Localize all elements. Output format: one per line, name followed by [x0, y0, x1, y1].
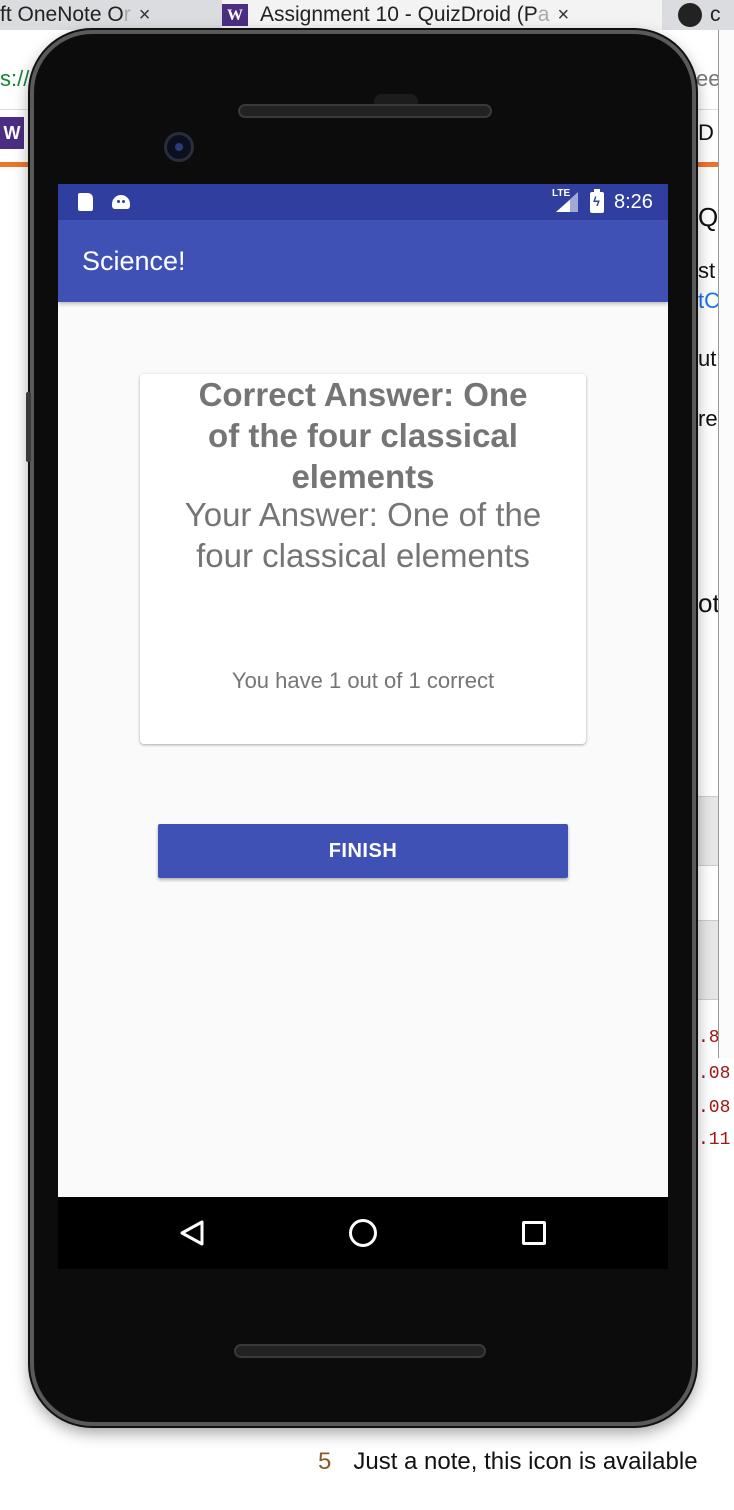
- console-line: .08: [698, 1098, 731, 1118]
- page-text-fragment: ot: [698, 588, 720, 618]
- status-time: 8:26: [614, 191, 653, 213]
- nav-bar: [58, 1197, 668, 1269]
- address-bar-url[interactable]: s://: [0, 66, 29, 92]
- recents-icon[interactable]: [522, 1221, 546, 1245]
- desktop-screenshot: ft OneNote Or × W Assignment 10 - QuizDr…: [0, 0, 734, 1510]
- emulator-side-panel: [718, 30, 734, 1058]
- tab-onenote-label-fade: r: [123, 3, 131, 26]
- page-accent-bar: [0, 162, 30, 167]
- close-icon[interactable]: ×: [557, 4, 569, 27]
- finish-button[interactable]: FINISH: [158, 824, 568, 878]
- home-icon[interactable]: [349, 1219, 377, 1247]
- tab-assignment-label: Assignment 10 - QuizDroid (P: [260, 3, 538, 26]
- tab-github-label: c: [710, 3, 721, 26]
- app-bar: Science!: [58, 220, 668, 302]
- uw-logo-icon: W: [222, 4, 248, 26]
- tab-onenote[interactable]: ft OneNote Or ×: [0, 0, 200, 30]
- battery-charging-icon: ϟ: [590, 189, 604, 213]
- sd-card-icon: [78, 193, 93, 211]
- tab-assignment-10[interactable]: W Assignment 10 - QuizDroid (P a ×: [222, 0, 662, 30]
- note-number: 5: [318, 1448, 332, 1475]
- back-icon[interactable]: [178, 1219, 206, 1247]
- answer-card: Correct Answer: One of the four classica…: [140, 374, 586, 744]
- lte-label: LTE: [552, 188, 571, 199]
- bottom-speaker: [234, 1344, 486, 1358]
- phone-side-button: [26, 392, 31, 462]
- your-answer-text: Your Answer: One of the four classical e…: [184, 496, 542, 574]
- browser-tab-strip: ft OneNote Or × W Assignment 10 - QuizDr…: [0, 0, 734, 30]
- console-line: .08: [698, 1064, 731, 1084]
- page-text-fragment: re: [698, 406, 718, 431]
- tab-github[interactable]: c: [678, 0, 734, 30]
- close-icon[interactable]: ×: [139, 4, 151, 27]
- console-line: .8: [698, 1028, 720, 1048]
- front-camera-icon: [164, 132, 194, 162]
- uw-page-logo-icon: W: [0, 117, 24, 149]
- correct-answer-text: Correct Answer: One of the four classica…: [198, 376, 528, 495]
- phone-screen: LTE ϟ 8:26 Science! Correct Answer: One …: [58, 184, 668, 1197]
- address-bar-right-fragment: ee: [696, 66, 721, 91]
- console-line: .11: [698, 1130, 731, 1150]
- status-bar: LTE ϟ 8:26: [58, 184, 668, 220]
- tab-onenote-label: ft OneNote O: [0, 3, 124, 26]
- top-speaker: [238, 104, 492, 118]
- android-icon: [112, 195, 130, 209]
- note-text: Just a note, this icon is available: [353, 1448, 698, 1475]
- score-text: You have 1 out of 1 correct: [231, 668, 495, 693]
- page-note: 5 Just a note, this icon is available: [318, 1448, 698, 1476]
- tab-assignment-label-fade: a: [537, 3, 550, 26]
- github-icon: [678, 3, 702, 27]
- app-title: Science!: [82, 246, 186, 276]
